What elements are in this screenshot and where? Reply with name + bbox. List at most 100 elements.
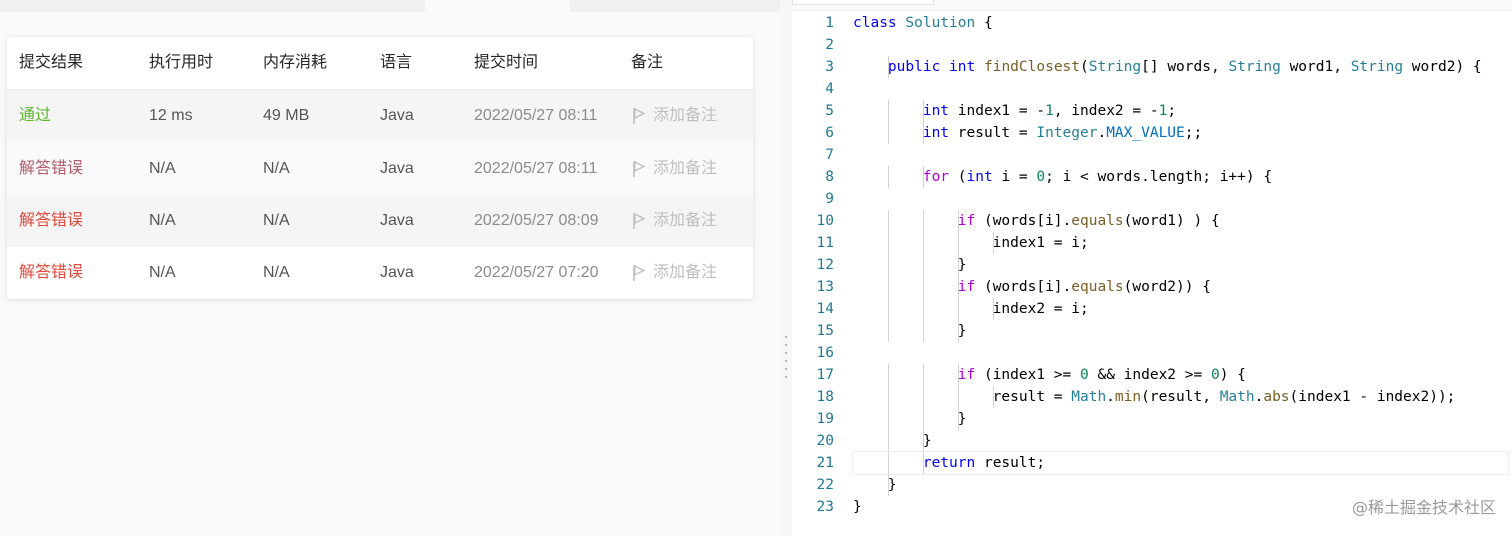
code-line[interactable]: index1 = i; <box>853 232 1508 254</box>
indent-guide <box>958 408 959 430</box>
code-area[interactable]: class Solution { public int findClosest(… <box>852 12 1509 518</box>
pane-resize-handle[interactable] <box>780 0 792 536</box>
indent-guide <box>993 386 994 408</box>
table-row[interactable]: 解答错误 N/A N/A Java 2022/05/27 08:09 添加备注 <box>7 195 753 247</box>
code-line[interactable]: public int findClosest(String[] words, S… <box>853 56 1508 78</box>
indent-guide <box>993 232 994 254</box>
line-number: 2 <box>825 37 834 53</box>
code-line[interactable]: } <box>853 320 1508 342</box>
tab-submissions[interactable] <box>425 0 570 12</box>
indent-guide <box>923 364 924 386</box>
indent-guide <box>923 232 924 254</box>
code-line[interactable]: if (words[i].equals(word2)) { <box>853 276 1508 298</box>
line-number: 11 <box>816 235 834 251</box>
add-note-label: 添加备注 <box>653 264 718 281</box>
table-row[interactable]: 解答错误 N/A N/A Java 2022/05/27 08:11 添加备注 <box>7 143 753 195</box>
indent-guide <box>958 320 959 342</box>
code-line[interactable]: int result = Integer.MAX_VALUE;; <box>853 122 1508 144</box>
submission-status-link[interactable]: 通过 <box>19 90 51 142</box>
column-header-language: 语言 <box>380 54 413 71</box>
watermark: @稀土掘金技术社区 <box>1351 498 1496 517</box>
drag-grip-icon[interactable] <box>785 336 787 384</box>
submit-time-value: 2022/05/27 08:11 <box>474 160 598 177</box>
flag-icon <box>633 265 645 281</box>
code-line[interactable] <box>853 144 1508 166</box>
indent-guide <box>888 386 889 408</box>
code-line[interactable]: if (index1 >= 0 && index2 >= 0) { <box>853 364 1508 386</box>
indent-guide <box>888 232 889 254</box>
add-note-label: 添加备注 <box>653 160 718 177</box>
memory-value: 49 MB <box>263 107 310 124</box>
table-row[interactable]: 解答错误 N/A N/A Java 2022/05/27 07:20 添加备注 <box>7 247 753 299</box>
submit-time-value: 2022/05/27 08:11 <box>474 107 598 124</box>
line-number-gutter: 1 2 3 4 5 6 7 8 9 10 11 12 13 14 15 16 17 18 19 20 21 22 23 <box>792 12 846 518</box>
code-line[interactable]: if (words[i].equals(word1) ) { <box>853 210 1508 232</box>
indent-guide <box>923 452 924 474</box>
indent-guide <box>888 166 889 188</box>
submit-time-value: 2022/05/27 07:20 <box>474 264 599 281</box>
language-value: Java <box>380 264 414 281</box>
code-line[interactable]: class Solution { <box>853 12 1508 34</box>
runtime-value: N/A <box>149 212 176 229</box>
code-line[interactable]: int index1 = -1, index2 = -1; <box>853 100 1508 122</box>
line-number: 13 <box>816 279 834 295</box>
code-line[interactable]: } <box>853 254 1508 276</box>
submission-status-link[interactable]: 解答错误 <box>19 143 83 195</box>
add-note-button[interactable]: 添加备注 <box>631 90 717 142</box>
column-header-submit-time: 提交时间 <box>474 54 539 71</box>
flag-icon <box>633 213 645 229</box>
flag-icon <box>633 108 645 124</box>
indent-guide <box>888 320 889 342</box>
memory-value: N/A <box>263 160 290 177</box>
code-line[interactable]: index2 = i; <box>853 298 1508 320</box>
indent-guide <box>888 56 889 78</box>
line-number: 17 <box>816 367 834 383</box>
memory-value: N/A <box>263 212 290 229</box>
indent-guide <box>888 474 889 496</box>
code-line[interactable] <box>853 78 1508 100</box>
code-editor[interactable]: 1 2 3 4 5 6 7 8 9 10 11 12 13 14 15 16 17 18 19 20 21 22 23 cl… <box>792 0 1512 536</box>
code-line[interactable]: return result; <box>852 451 1509 475</box>
line-number: 3 <box>825 59 834 75</box>
language-value: Java <box>380 212 414 229</box>
editor-tab[interactable] <box>792 0 934 5</box>
submission-status-link[interactable]: 解答错误 <box>19 195 83 247</box>
add-note-button[interactable]: 添加备注 <box>631 195 717 247</box>
indent-guide <box>958 364 959 386</box>
code-line[interactable] <box>853 188 1508 210</box>
indent-guide <box>923 320 924 342</box>
indent-guide <box>923 254 924 276</box>
add-note-label: 添加备注 <box>653 212 718 229</box>
indent-guide <box>958 232 959 254</box>
line-number: 18 <box>816 389 834 405</box>
add-note-label: 添加备注 <box>653 107 718 124</box>
submission-status-link[interactable]: 解答错误 <box>19 247 83 299</box>
indent-guide <box>888 408 889 430</box>
code-line[interactable]: } <box>853 408 1508 430</box>
code-line[interactable]: result = Math.min(result, Math.abs(index… <box>853 386 1508 408</box>
column-header-notes: 备注 <box>631 54 664 71</box>
code-line[interactable]: for (int i = 0; i < words.length; i++) { <box>853 166 1508 188</box>
indent-guide <box>888 100 889 122</box>
code-line[interactable] <box>853 342 1508 364</box>
code-line[interactable]: } <box>853 430 1508 452</box>
add-note-button[interactable]: 添加备注 <box>631 143 717 195</box>
runtime-value: N/A <box>149 160 176 177</box>
indent-guide <box>923 122 924 144</box>
memory-value: N/A <box>263 264 290 281</box>
line-number: 10 <box>816 213 834 229</box>
line-number: 20 <box>816 433 834 449</box>
code-line[interactable] <box>853 34 1508 56</box>
line-number: 21 <box>816 455 834 471</box>
table-row[interactable]: 通过 12 ms 49 MB Java 2022/05/27 08:11 添加备… <box>7 90 753 142</box>
line-number: 1 <box>825 15 834 31</box>
indent-guide <box>888 210 889 232</box>
indent-guide <box>888 122 889 144</box>
language-value: Java <box>380 160 414 177</box>
code-line[interactable]: } <box>853 474 1508 496</box>
indent-guide <box>888 364 889 386</box>
indent-guide <box>923 166 924 188</box>
line-number: 15 <box>816 323 834 339</box>
indent-guide <box>958 276 959 298</box>
add-note-button[interactable]: 添加备注 <box>631 247 717 299</box>
